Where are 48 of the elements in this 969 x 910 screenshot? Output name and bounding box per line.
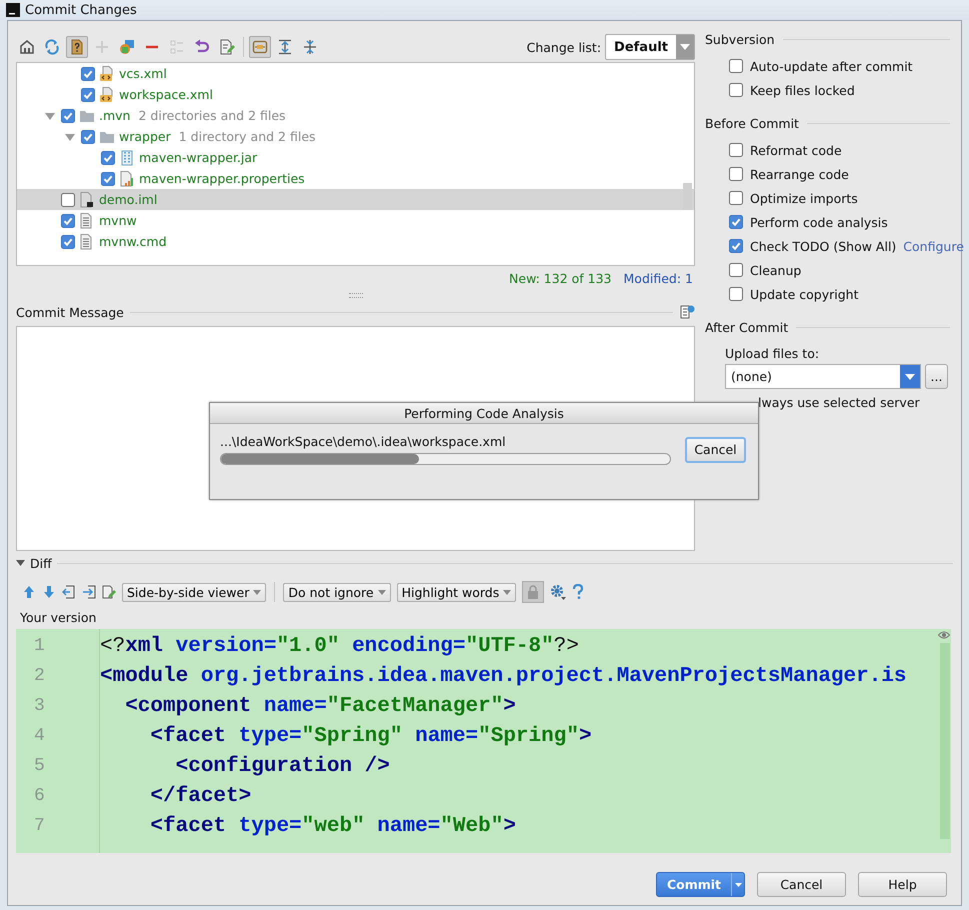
file-name: maven-wrapper.jar [139,150,258,165]
file-name: wrapper [119,129,171,144]
pane-label: Your version [20,610,98,624]
line-number: 5 [33,756,46,776]
file-name: vcs.xml [119,66,167,81]
file-name: maven-wrapper.properties [139,171,305,186]
option-label: Update copyright [750,286,858,302]
line-number: 6 [33,786,46,806]
code-line: <facet type="Spring" name="Spring"> [149,724,592,748]
option-label: Check TODO (Show All) [750,238,896,254]
file-path: ...\IdeaWorkSpace\demo\.idea\workspace.xml [220,434,507,449]
code-line: <component name="FacetManager"> [124,694,516,718]
section-label: Commit Message [16,304,124,320]
code-line: <configuration /> [174,754,390,778]
dialog-title: Performing Code Analysis [210,403,758,424]
code-line: </facet> [149,784,252,808]
file-summary: 1 directory and 2 files [178,129,316,144]
option-label: Auto-update after commit [750,58,913,74]
modified-count: Modified: 1 [624,270,693,286]
code-line: <module org.jetbrains.idea.maven.project.MavenProjectsManager.is [100,664,907,688]
line-number: 2 [33,666,46,686]
file-name: mvnw [99,213,137,228]
option-label: Rearrange code [750,166,849,182]
option-label: lways use selected server [758,394,920,410]
section-title: Subversion [705,32,775,46]
section-title: After Commit [705,320,788,334]
option-label: Cleanup [750,262,802,278]
code-line: <?xml version="1.0" encoding="UTF-8"?> [100,634,579,658]
file-name: .mvn [99,108,130,123]
field-label: Upload files to: [725,346,820,360]
option-label: Perform code analysis [750,214,888,230]
option-label: Keep files locked [750,82,855,98]
line-number: 1 [33,636,46,656]
line-number: 4 [33,726,46,746]
file-summary: 2 directories and 2 files [138,108,286,123]
section-title: Diff [30,556,52,570]
field-label: Change list: [526,40,602,54]
code-line: <facet type="web" name="Web"> [149,814,516,838]
file-name: mvnw.cmd [99,234,167,249]
file-name: workspace.xml [119,87,213,102]
option-label: Reformat code [750,142,842,158]
window-title: Commit Changes [25,2,137,18]
file-name: demo.iml [99,192,158,207]
line-number: 7 [33,816,46,836]
new-count: New: 132 of 133 [509,270,612,286]
line-number: 3 [33,696,46,716]
option-label: Optimize imports [750,190,858,206]
section-title: Before Commit [705,116,799,130]
